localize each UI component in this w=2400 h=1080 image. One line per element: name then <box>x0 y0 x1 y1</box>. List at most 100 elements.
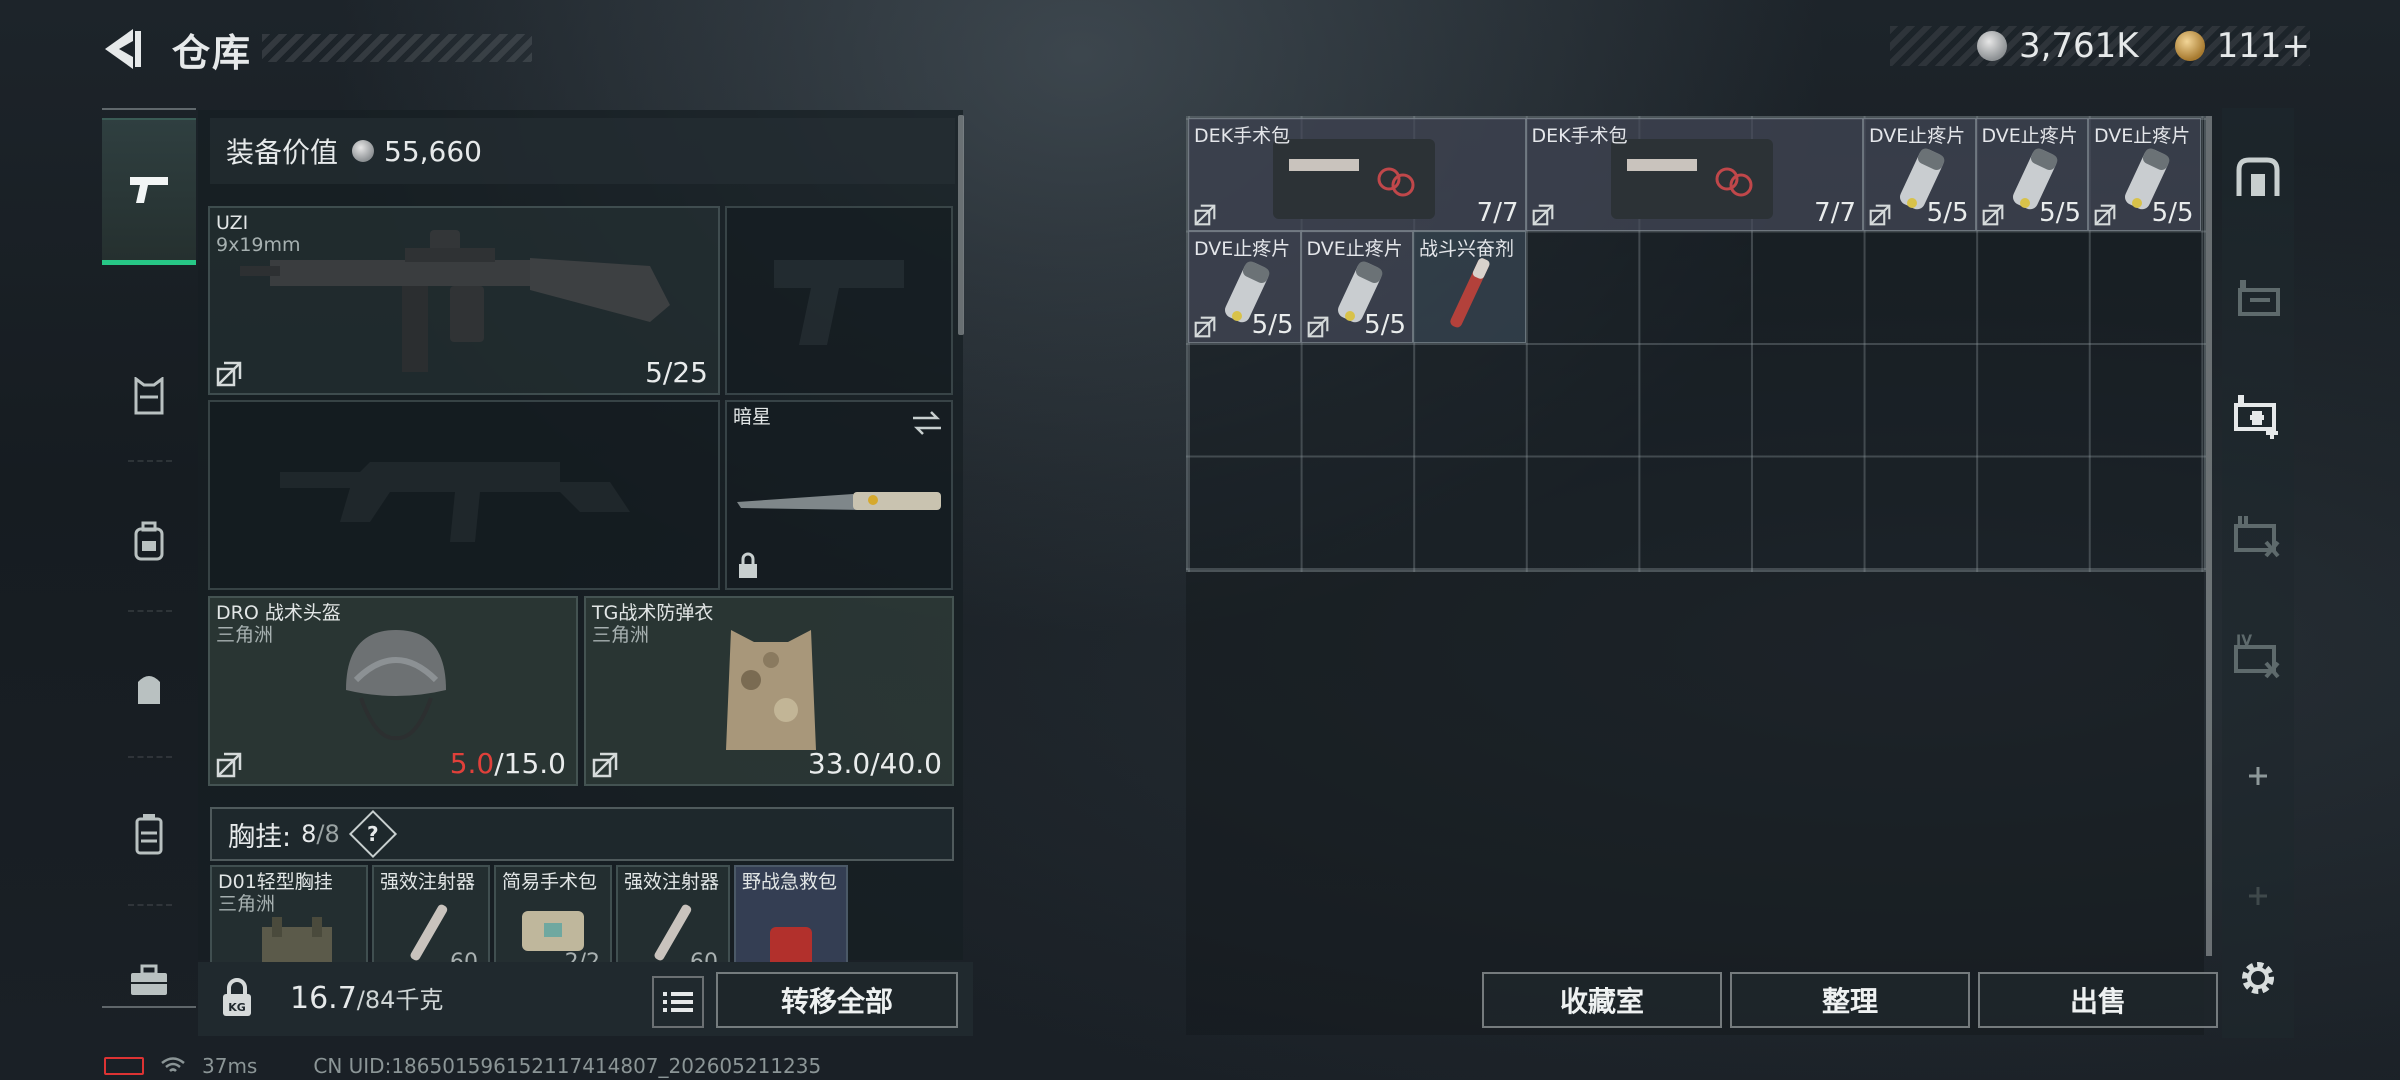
injector-image <box>410 904 448 961</box>
title-decoration <box>262 34 532 62</box>
nav-item-weapons[interactable] <box>102 118 196 265</box>
pistol-silhouette-icon <box>774 260 904 345</box>
rig-item-name: 简易手术包 <box>502 871 598 893</box>
stash-scrollbar[interactable] <box>2206 116 2212 956</box>
stash-item-count: 5/5 <box>1251 310 1294 340</box>
sort-button[interactable]: 整理 <box>1730 972 1970 1028</box>
add-container-button[interactable] <box>2222 726 2294 826</box>
nav-item-toolbox[interactable] <box>102 920 196 1040</box>
chest-rig-name: D01轻型胸挂 <box>218 871 333 893</box>
stash-item[interactable]: DEK手术包 7/7 <box>1525 118 1863 231</box>
currency-gold-value[interactable]: 111+ <box>2217 26 2310 66</box>
sell-button[interactable]: 出售 <box>1978 972 2218 1028</box>
no-insure-icon <box>1194 204 1216 225</box>
melee-slot[interactable]: 暗星 <box>725 400 953 590</box>
pouch-icon <box>138 676 160 704</box>
page-title: 仓库 <box>172 31 253 75</box>
no-insure-icon <box>216 752 242 778</box>
chest-rig-item[interactable]: D01轻型胸挂 三角洲 <box>210 865 368 969</box>
container-4-icon: IV <box>2234 633 2280 679</box>
gold-coin-icon <box>2174 31 2205 61</box>
stash-item-count: 5/5 <box>2039 197 2081 228</box>
nav-item-chest-rig[interactable] <box>102 774 196 894</box>
stash-empty-area <box>1186 570 2204 1035</box>
nav-container-1[interactable] <box>2222 246 2294 346</box>
stash-item[interactable]: 战斗兴奋剂 <box>1413 230 1526 343</box>
rig-item-first-aid[interactable]: 野战急救包 <box>734 865 848 969</box>
currency-bar: 3,761K 111+ <box>1890 26 2310 66</box>
stash-item-count: 5/5 <box>1926 197 1969 228</box>
stash-item[interactable]: DVE止疼片 5/5 <box>1188 230 1301 343</box>
nav-container-3[interactable] <box>2222 486 2294 586</box>
armor-brand: 三角洲 <box>592 624 650 646</box>
stash-item-count: 5/5 <box>1364 310 1406 340</box>
chest-rig-brand: 三角洲 <box>218 893 276 915</box>
equipment-value-amount: 55,660 <box>384 134 482 168</box>
pistol-icon <box>130 177 168 203</box>
settings-button[interactable] <box>2226 950 2290 1006</box>
plus-icon <box>2249 887 2267 905</box>
rifle-silhouette-icon <box>280 462 630 542</box>
svg-text:KG: KG <box>228 1001 246 1014</box>
medical-container-icon <box>2234 395 2278 439</box>
no-insure-icon <box>1982 204 2003 225</box>
ping-readout: 37ms <box>202 1054 258 1078</box>
stash-item-count: 5/5 <box>2151 197 2194 228</box>
helmet-brand: 三角洲 <box>216 624 274 646</box>
armor-slot[interactable]: TG战术防弹衣 三角洲 33.0/40.0 <box>584 596 954 786</box>
uzi-weapon-image <box>240 230 670 372</box>
helmet-slot[interactable]: DRO 战术头盔 三角洲 5.0/15.0 <box>208 596 578 786</box>
nav-container-4[interactable]: IV <box>2222 606 2294 706</box>
melee-name: 暗星 <box>733 406 772 428</box>
back-button[interactable] <box>100 26 146 72</box>
surgery-kit-image <box>522 911 584 951</box>
stash-item-name: DVE止疼片 <box>1306 237 1403 260</box>
stash-item-name: DVE止疼片 <box>1981 125 2078 147</box>
knife-image <box>737 492 941 510</box>
nav-item-armor[interactable] <box>102 336 196 456</box>
chest-rig-label: 胸挂: <box>228 821 292 853</box>
transfer-all-button[interactable]: 转移全部 <box>716 972 958 1028</box>
stash-item-name: 战斗兴奋剂 <box>1419 237 1515 260</box>
currency-silver-value: 3,761K <box>2018 26 2139 66</box>
chest-rig-header: 胸挂: 8/8 ? <box>210 807 954 861</box>
stash-item[interactable]: DVE止疼片 5/5 <box>2088 118 2201 231</box>
container-3-icon <box>2234 516 2280 558</box>
gear-icon <box>2242 962 2274 994</box>
equipment-value-label: 装备价值 <box>226 136 339 169</box>
stash-item[interactable]: DVE止疼片 5/5 <box>1300 230 1413 343</box>
collection-room-button[interactable]: 收藏室 <box>1482 972 1722 1028</box>
lock-icon <box>739 552 757 578</box>
no-insure-icon <box>1532 204 1553 225</box>
list-view-button[interactable] <box>652 976 704 1028</box>
stash-item[interactable]: DVE止疼片 5/5 <box>1863 118 1976 231</box>
no-insure-icon <box>1307 316 1328 338</box>
help-button[interactable]: ? <box>348 809 397 859</box>
nav-safe-box[interactable] <box>2222 128 2294 228</box>
rig-item-injector[interactable]: 强效注射器 60 <box>616 865 730 969</box>
stash-item[interactable]: DEK手术包 7/7 <box>1188 118 1526 231</box>
chest-rig-total: /8 <box>316 820 340 848</box>
armor-vest-image <box>726 630 816 750</box>
nav-medical-container[interactable] <box>2222 366 2294 466</box>
wifi-icon <box>161 1057 185 1072</box>
secondary-weapon-slot-empty[interactable] <box>208 400 720 590</box>
no-insure-icon <box>1869 204 1891 225</box>
rig-item-name: 强效注射器 <box>380 871 476 893</box>
surgery-kit-image <box>1610 139 1773 219</box>
help-icon: ? <box>366 821 379 846</box>
nav-item-pouch[interactable] <box>102 628 196 748</box>
primary-weapon-slot[interactable]: UZI 9x19mm 5/25 <box>208 206 720 395</box>
pistol-slot-empty[interactable] <box>725 206 953 395</box>
safe-box-icon <box>2236 157 2280 196</box>
rig-item-surgery-kit[interactable]: 简易手术包 2/2 <box>494 865 612 969</box>
rig-item-name: 强效注射器 <box>624 871 720 893</box>
equipment-scrollbar[interactable] <box>958 115 964 335</box>
stash-item[interactable]: DVE止疼片 5/5 <box>1975 118 2088 231</box>
no-insure-icon <box>2094 204 2116 225</box>
add-container-button[interactable] <box>2222 846 2294 946</box>
chest-rig-icon <box>135 814 163 855</box>
rig-item-injector[interactable]: 强效注射器 60 <box>372 865 490 969</box>
equipment-value-bar: 装备价值 55,660 <box>210 118 955 184</box>
nav-item-backpack[interactable] <box>102 481 196 601</box>
